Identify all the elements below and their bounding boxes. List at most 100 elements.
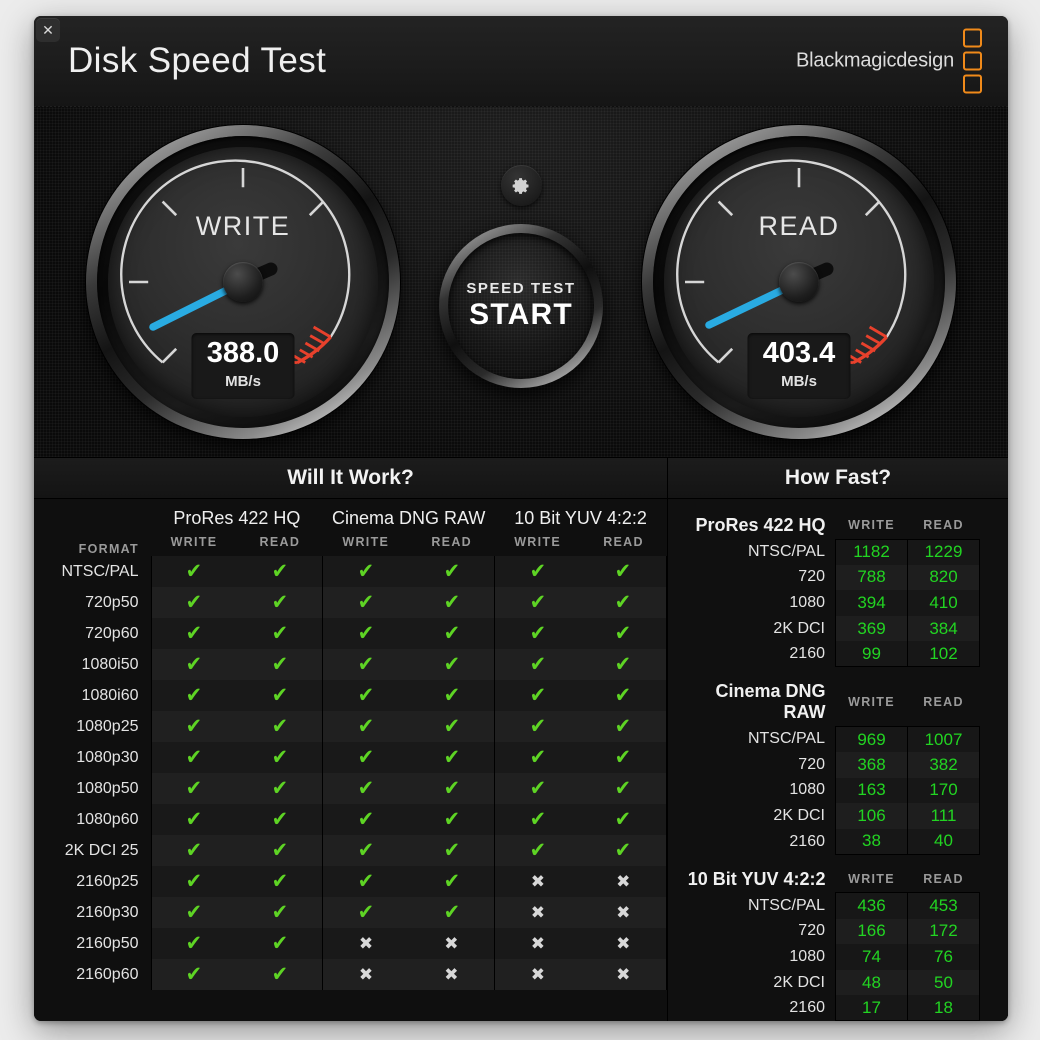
table-row: 1080 163 170: [682, 777, 980, 804]
start-button-line2: START: [469, 298, 573, 331]
subheader-write-1: WRITE: [342, 535, 390, 549]
format-label: 1080i50: [34, 649, 151, 680]
table-row: 1080 74 76: [682, 944, 980, 970]
table-row: NTSC/PAL ✔ ✔ ✔ ✔ ✔ ✔: [34, 556, 667, 587]
supported-check-icon: ✔: [580, 742, 667, 773]
write-unit: MB/s: [225, 373, 261, 390]
brand-logo: Blackmagicdesign: [796, 28, 982, 94]
write-speed-value: 436: [835, 892, 908, 919]
settings-button[interactable]: [500, 165, 542, 206]
supported-check-icon: ✔: [150, 680, 237, 711]
table-row: 2K DCI 25 ✔ ✔ ✔ ✔ ✔ ✔: [34, 835, 667, 866]
read-speed-value: 172: [907, 918, 980, 945]
supported-check-icon: ✔: [580, 711, 667, 742]
supported-check-icon: ✔: [236, 866, 323, 897]
how-fast-panel: How Fast? ProRes 422 HQ WRITE READ NTSC/PAL…: [668, 458, 1008, 1021]
supported-check-icon: ✔: [580, 649, 667, 680]
how-fast-heading: How Fast?: [668, 458, 1008, 499]
format-label: 1080p60: [34, 804, 151, 835]
gear-icon: [512, 177, 529, 194]
format-label: 720p60: [34, 618, 151, 649]
unsupported-cross-icon: ✖: [322, 959, 409, 990]
supported-check-icon: ✔: [408, 742, 495, 773]
supported-check-icon: ✔: [408, 835, 495, 866]
format-label: 2160p50: [34, 928, 151, 959]
read-gauge-face: READ 403.4 MB/s: [664, 147, 934, 417]
supported-check-icon: ✔: [150, 587, 237, 618]
table-row: 1080p60 ✔ ✔ ✔ ✔ ✔ ✔: [34, 804, 667, 835]
unsupported-cross-icon: ✖: [580, 928, 667, 959]
read-gauge: READ 403.4 MB/s: [642, 125, 956, 439]
supported-check-icon: ✔: [150, 928, 237, 959]
supported-check-icon: ✔: [236, 835, 323, 866]
supported-check-icon: ✔: [494, 618, 581, 649]
supported-check-icon: ✔: [408, 587, 495, 618]
unsupported-cross-icon: ✖: [494, 897, 581, 928]
write-speed-value: 369: [835, 615, 908, 642]
read-speed-value: 410: [907, 590, 980, 616]
table-row: 2160 38 40: [682, 828, 980, 855]
close-icon[interactable]: ✕: [36, 18, 60, 42]
resolution-label: NTSC/PAL: [747, 730, 825, 748]
supported-check-icon: ✔: [236, 711, 323, 742]
write-speed-value: 99: [835, 641, 908, 668]
table-row: 720p60 ✔ ✔ ✔ ✔ ✔ ✔: [34, 618, 667, 649]
supported-check-icon: ✔: [150, 649, 237, 680]
write-speed-value: 368: [835, 752, 908, 778]
table-row: 2160p30 ✔ ✔ ✔ ✔ ✖ ✖: [34, 897, 667, 928]
format-label: 1080i60: [34, 680, 151, 711]
unsupported-cross-icon: ✖: [408, 928, 495, 959]
supported-check-icon: ✔: [322, 835, 409, 866]
unsupported-cross-icon: ✖: [494, 866, 581, 897]
how-fast-read-header: READ: [923, 695, 964, 710]
supported-check-icon: ✔: [236, 680, 323, 711]
supported-check-icon: ✔: [408, 773, 495, 804]
supported-check-icon: ✔: [150, 556, 237, 587]
table-row: 1080p25 ✔ ✔ ✔ ✔ ✔ ✔: [34, 711, 667, 742]
how-fast-read-header: READ: [923, 872, 964, 887]
speed-test-start-button[interactable]: SPEED TEST START: [439, 224, 603, 388]
table-row: 2K DCI 369 384: [682, 615, 980, 642]
resolution-label: 1080: [789, 781, 825, 799]
supported-check-icon: ✔: [322, 742, 409, 773]
how-fast-write-header: WRITE: [848, 695, 895, 710]
disk-speed-test-window: ✕ Disk Speed Test Blackmagicdesign WRITE…: [34, 16, 1008, 1021]
supported-check-icon: ✔: [322, 866, 409, 897]
resolution-label: 2160: [789, 999, 825, 1017]
supported-check-icon: ✔: [236, 556, 323, 587]
read-speed-value: 76: [907, 944, 980, 970]
resolution-label: NTSC/PAL: [747, 542, 825, 560]
read-speed-value: 384: [907, 615, 980, 642]
read-speed-value: 102: [907, 641, 980, 668]
format-label: 1080p50: [34, 773, 151, 804]
read-speed-value: 40: [907, 828, 980, 855]
write-speed-value: 969: [835, 725, 908, 753]
how-fast-table: Cinema DNG RAW WRITE READ NTSC/PAL 969 1007 72…: [682, 673, 980, 855]
supported-check-icon: ✔: [236, 959, 323, 990]
read-speed-value: 1007: [907, 725, 980, 753]
format-label: 1080p25: [34, 711, 151, 742]
format-label: 1080p30: [34, 742, 151, 773]
read-speed-value: 820: [907, 564, 980, 591]
unsupported-cross-icon: ✖: [580, 959, 667, 990]
page-title: Disk Speed Test: [68, 41, 327, 80]
codec-title-1: Cinema DNG RAW: [332, 508, 486, 528]
subheader-write-0: WRITE: [170, 535, 218, 549]
supported-check-icon: ✔: [580, 680, 667, 711]
read-speed-value: 18: [907, 995, 980, 1021]
supported-check-icon: ✔: [322, 587, 409, 618]
start-button-inner: SPEED TEST START: [448, 233, 594, 379]
resolution-label: 1080: [789, 947, 825, 965]
supported-check-icon: ✔: [322, 556, 409, 587]
unsupported-cross-icon: ✖: [408, 959, 495, 990]
write-speed-value: 1182: [835, 538, 908, 565]
table-row: 2160 17 18: [682, 995, 980, 1021]
table-row: 720 788 820: [682, 564, 980, 591]
supported-check-icon: ✔: [322, 711, 409, 742]
will-it-work-body: NTSC/PAL ✔ ✔ ✔ ✔ ✔ ✔ 720p50 ✔ ✔ ✔ ✔ ✔ ✔ 720p60 ✔ ✔ ✔ ✔ ✔ ✔ 10…: [34, 556, 667, 990]
write-speed-value: 74: [835, 944, 908, 970]
supported-check-icon: ✔: [580, 618, 667, 649]
table-row: 2160p60 ✔ ✔ ✖ ✖ ✖ ✖: [34, 959, 667, 990]
brand-marks-icon: [963, 28, 982, 94]
resolution-label: 720: [798, 755, 825, 773]
